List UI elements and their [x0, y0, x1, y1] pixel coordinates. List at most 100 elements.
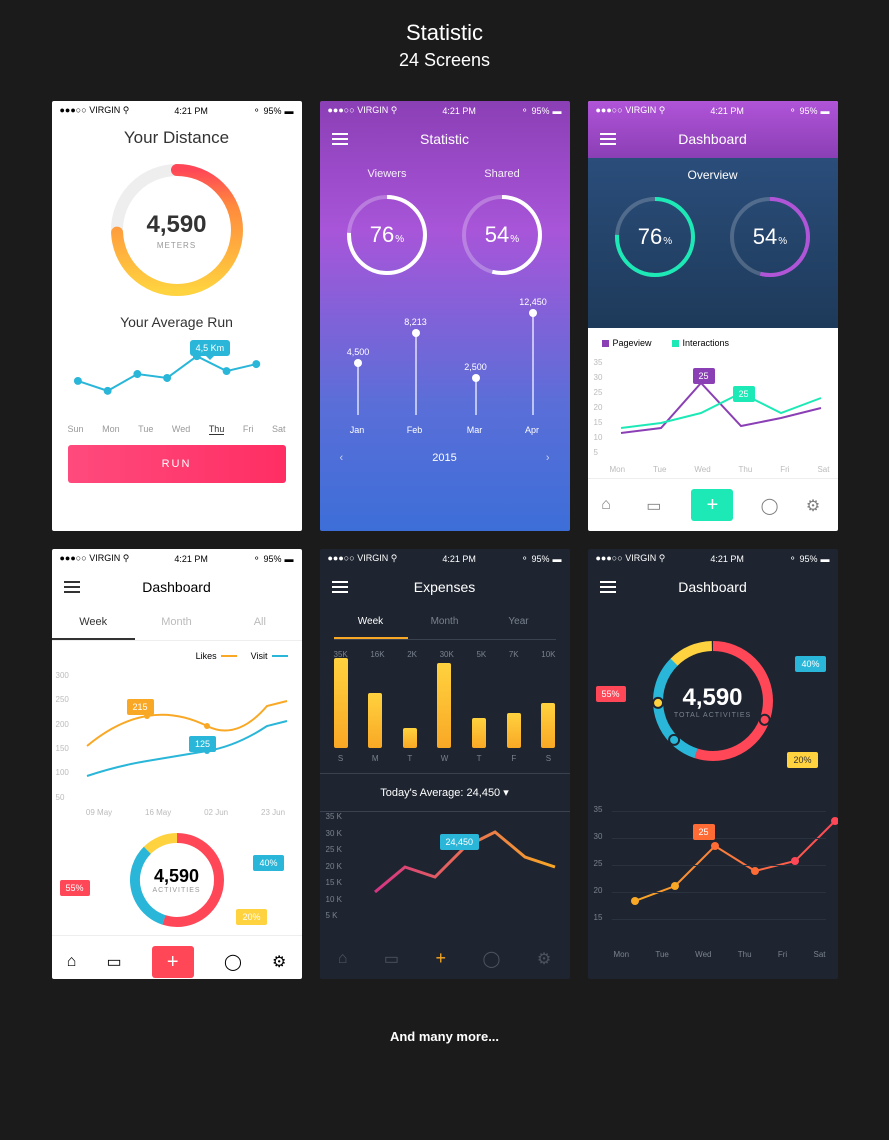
y-tick: 250: [56, 695, 69, 704]
y-tick: 30 K: [326, 829, 342, 838]
day-thu[interactable]: Thu: [209, 424, 225, 435]
user-icon[interactable]: ◯: [761, 496, 779, 514]
viewers-ring: Viewers 76%: [342, 168, 432, 280]
expense-line-chart: 35 K 30 K 25 K 20 K 15 K 10 K 5 K 24,450: [320, 812, 570, 922]
nav-bar: Dashboard: [588, 568, 838, 606]
add-button[interactable]: +: [691, 489, 733, 521]
tab-all[interactable]: All: [218, 606, 301, 640]
home-icon[interactable]: ⌂: [601, 496, 619, 514]
battery-indicator: ⚬ 95% ▬: [789, 105, 830, 116]
y-tick: 50: [56, 793, 65, 802]
y-tick: 10 K: [326, 895, 342, 904]
day-sun[interactable]: Sun: [68, 424, 84, 435]
tab-month[interactable]: Month: [408, 606, 482, 639]
day-fri[interactable]: Fri: [243, 424, 254, 435]
activity-line-chart: 35 30 25 20 15 25: [588, 796, 838, 946]
page-subtitle: 24 Screens: [0, 50, 889, 71]
nav-bar: Dashboard: [588, 120, 838, 158]
day-mon[interactable]: Mon: [102, 424, 120, 435]
screens-grid: ●●●○○ VIRGIN ⚲ 4:21 PM ⚬ 95% ▬ Your Dist…: [0, 101, 889, 979]
day-sat[interactable]: Sat: [272, 424, 286, 435]
tab-bar: ⌂ ▭ + ◯ ⚙: [588, 478, 838, 531]
distance-ring-chart: 4,590 METERS: [107, 160, 247, 300]
x-tick: Tue: [655, 950, 669, 959]
add-button[interactable]: +: [152, 946, 194, 978]
status-bar: ●●●○○ VIRGIN ⚲ 4:21 PM ⚬ 95% ▬: [588, 101, 838, 120]
average-row[interactable]: Today's Average: 24,450 ▾: [320, 773, 570, 812]
legend-interactions: Interactions: [672, 338, 730, 348]
expense-bars: S M T W T F S: [320, 663, 570, 763]
y-tick: 20: [594, 886, 603, 895]
y-tick: 5 K: [326, 911, 338, 920]
donut-seg-label: 20%: [236, 909, 266, 925]
y-tick: 5: [594, 448, 598, 457]
bar: [368, 693, 382, 748]
gear-icon[interactable]: ⚙: [806, 496, 824, 514]
donut-value: 4,590: [152, 866, 200, 887]
x-tick: 16 May: [145, 808, 171, 817]
bar: [334, 658, 348, 748]
user-icon[interactable]: ◯: [224, 952, 242, 972]
tab-bar: ⌂ ▭ + ◯ ⚙: [52, 935, 302, 979]
x-tick: 02 Jun: [204, 808, 228, 817]
screen-dashboard-light: ●●●○○ VIRGIN ⚲ 4:21 PM ⚬ 95% ▬ Dashboard…: [52, 549, 302, 979]
nav-bar: Expenses: [320, 568, 570, 606]
x-tick: Thu: [738, 950, 752, 959]
ring-label: Shared: [457, 168, 547, 180]
user-icon[interactable]: ◯: [483, 949, 501, 969]
chevron-right-icon[interactable]: ›: [546, 452, 550, 464]
carrier-label: ●●●○○ VIRGIN ⚲: [328, 105, 398, 116]
screen-dashboard-dark: ●●●○○ VIRGIN ⚲ 4:21 PM ⚬ 95% ▬ Dashboard…: [588, 549, 838, 979]
run-button[interactable]: RUN: [68, 445, 286, 483]
x-tick: Thu: [739, 465, 753, 474]
overview-ring-1: 76%: [610, 192, 700, 282]
ring-value: 54: [753, 224, 777, 250]
bar-value: 8,213: [404, 317, 427, 327]
day-wed[interactable]: Wed: [172, 424, 190, 435]
battery-indicator: ⚬ 95% ▬: [521, 553, 562, 564]
overview-ring-2: 54%: [725, 192, 815, 282]
activities-donut: 4,590 ACTIVITIES 55% 40% 20%: [52, 825, 302, 935]
y-tick: 25 K: [326, 845, 342, 854]
distance-value: 4,590: [146, 211, 206, 239]
monthly-bars: 4,500 8,213 2,500 12,450 Jan Feb Mar Apr: [320, 300, 570, 440]
y-tick: 25: [594, 859, 603, 868]
day-tue[interactable]: Tue: [138, 424, 153, 435]
donut-seg-label: 55%: [596, 686, 626, 702]
bar-value: 2,500: [464, 362, 487, 372]
ring-value: 76: [370, 222, 394, 248]
footer-text: And many more...: [0, 1029, 889, 1044]
x-tick: 23 Jun: [261, 808, 285, 817]
screen-title: Dashboard: [588, 131, 838, 147]
battery-indicator: ⚬ 95% ▬: [789, 553, 830, 564]
gear-icon[interactable]: ⚙: [272, 952, 286, 972]
x-tick: Fri: [780, 465, 789, 474]
home-icon[interactable]: ⌂: [338, 950, 348, 968]
tab-month[interactable]: Month: [135, 606, 218, 640]
wallet-icon[interactable]: ▭: [106, 952, 121, 972]
year-label: 2015: [432, 452, 456, 464]
gear-icon[interactable]: ⚙: [537, 949, 551, 969]
chart-tooltip: 215: [127, 699, 154, 715]
battery-indicator: ⚬ 95% ▬: [253, 553, 294, 564]
screen-title: Dashboard: [52, 579, 302, 595]
wallet-icon[interactable]: ▭: [646, 496, 664, 514]
chevron-left-icon[interactable]: ‹: [340, 452, 344, 464]
tab-week[interactable]: Week: [52, 606, 135, 640]
nav-bar: Statistic: [320, 120, 570, 158]
battery-indicator: ⚬ 95% ▬: [253, 105, 294, 116]
clock: 4:21 PM: [710, 106, 744, 116]
status-bar: ●●●○○ VIRGIN ⚲ 4:21 PM ⚬ 95% ▬: [320, 549, 570, 568]
tab-week[interactable]: Week: [334, 606, 408, 639]
bar-value: 12,450: [519, 297, 547, 307]
tab-year[interactable]: Year: [482, 606, 556, 639]
clock: 4:21 PM: [174, 106, 208, 116]
carrier-label: ●●●○○ VIRGIN ⚲: [60, 553, 130, 564]
tab-bar: ⌂ ▭ + ◯ ⚙: [320, 938, 570, 979]
bar-value: 4,500: [347, 347, 370, 357]
month-label: Jan: [350, 425, 365, 435]
chart-tooltip: 24,450: [440, 834, 480, 850]
home-icon[interactable]: ⌂: [67, 953, 77, 971]
wallet-icon[interactable]: ▭: [384, 949, 399, 969]
add-button[interactable]: +: [436, 948, 447, 969]
